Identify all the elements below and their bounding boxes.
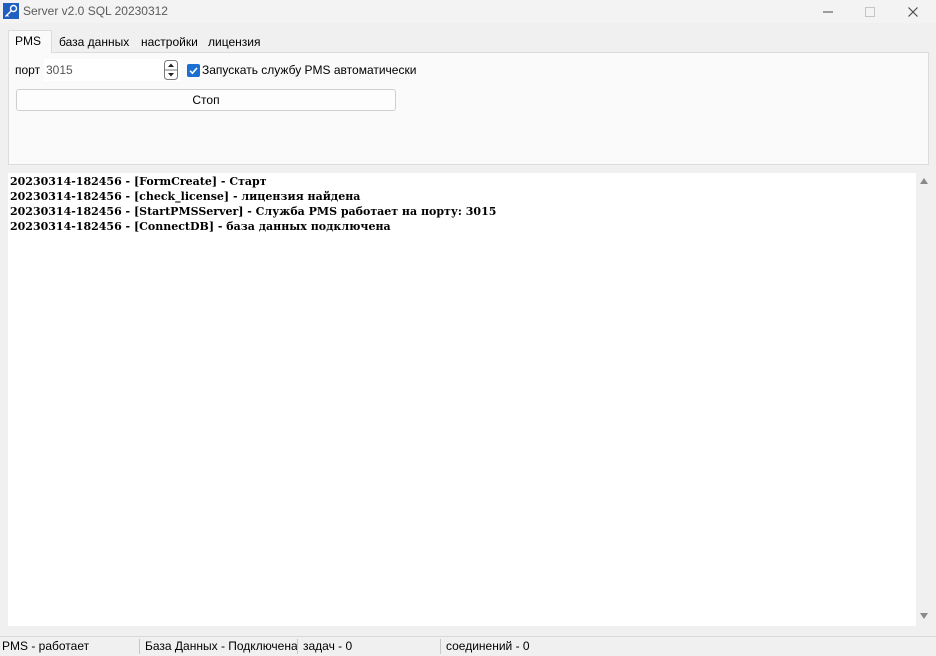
status-bar: PMS - работает База Данных - Подключена … [0,636,936,656]
maximize-button[interactable] [848,0,892,23]
tab-pms[interactable]: PMS [8,30,52,53]
maximize-icon [865,6,875,17]
status-database: База Данных - Подключена [145,639,298,653]
status-pms: PMS - работает [2,639,90,653]
log-memo[interactable]: 20230314-182456 - [FormCreate] - Старт 2… [8,173,916,626]
minimize-button[interactable] [806,0,850,23]
log-line: 20230314-182456 - [FormCreate] - Старт [10,175,267,188]
window-title: Server v2.0 SQL 20230312 [23,4,168,18]
log-line: 20230314-182456 - [check_license] - лице… [10,190,361,203]
scroll-up-icon[interactable] [920,178,928,184]
title-bar: Server v2.0 SQL 20230312 [0,0,936,23]
status-connections: соединений - 0 [446,639,530,653]
tab-license[interactable]: лицензия [205,33,263,53]
log-line: 20230314-182456 - [StartPMSServer] - Слу… [10,205,497,218]
autostart-label[interactable]: Запускать службу PMS автоматически [202,63,416,77]
spin-buttons[interactable] [164,60,178,80]
stop-button[interactable]: Стоп [16,89,396,111]
checkmark-icon [189,67,198,75]
minimize-icon [823,11,833,12]
autostart-checkbox[interactable] [187,64,200,77]
status-divider [139,639,140,654]
pms-tab-panel: порт 3015 Запускать службу PMS автоматич… [8,52,929,165]
tab-settings[interactable]: настройки [138,33,201,53]
port-input[interactable]: 3015 [46,63,73,77]
status-divider [297,639,298,654]
tab-database[interactable]: база данных [56,33,132,53]
log-scrollbar[interactable] [916,173,931,626]
log-line: 20230314-182456 - [ConnectDB] - база дан… [10,220,391,233]
status-divider [440,639,441,654]
close-button[interactable] [891,0,935,23]
status-tasks: задач - 0 [303,639,353,653]
port-spin-edit[interactable]: 3015 [44,59,181,81]
close-icon [908,6,918,17]
port-label: порт [15,63,41,77]
key-icon [3,3,19,19]
scroll-down-icon[interactable] [920,613,928,619]
